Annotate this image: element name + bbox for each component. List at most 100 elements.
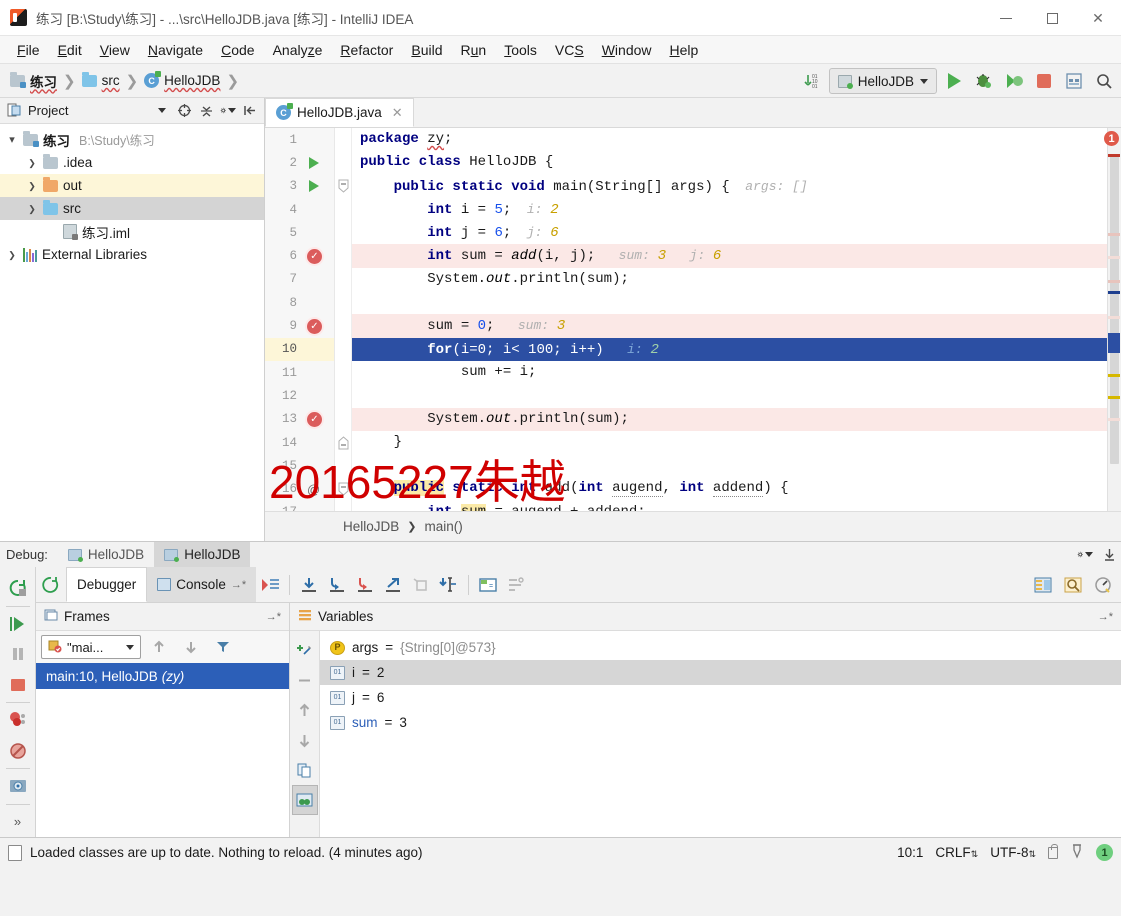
code-line[interactable] — [352, 384, 1121, 407]
menu-item-help[interactable]: Help — [661, 38, 708, 62]
variables-list[interactable]: Pargs = {String[0]@573} 01 i = 2 01 j = 6 01 sum = 3 — [320, 631, 1121, 837]
view-breakpoints-button[interactable] — [2, 705, 34, 736]
tree-node[interactable]: 练习 B:\Study\练习 — [0, 128, 264, 151]
code-line[interactable]: } — [352, 431, 1121, 454]
pause-program-button[interactable] — [2, 639, 34, 670]
menu-item-edit[interactable]: Edit — [49, 38, 91, 62]
gutter-row[interactable]: 3 — [265, 175, 334, 198]
gutter-row[interactable]: 8 — [265, 291, 334, 314]
error-stripe-gutter[interactable] — [1107, 128, 1121, 511]
hide-debug-panel-icon[interactable] — [1101, 547, 1117, 563]
tree-node[interactable]: src — [0, 197, 264, 220]
maximize-button[interactable] — [1029, 0, 1075, 36]
breakpoint-icon[interactable]: ✓ — [307, 248, 322, 264]
menu-item-refactor[interactable]: Refactor — [331, 38, 402, 62]
restart-frame-icon[interactable] — [36, 567, 66, 602]
code-line[interactable]: int j = 6; j: 6 — [352, 221, 1121, 244]
gutter-row[interactable]: 2 — [265, 151, 334, 174]
code-line[interactable]: int sum = add(i, j); sum: 3 j: 6 — [352, 244, 1121, 268]
collapse-arrow-icon[interactable] — [6, 133, 18, 146]
filter-frames-button[interactable] — [209, 633, 237, 661]
code-line[interactable]: sum += i; — [352, 361, 1121, 384]
copy-value-button[interactable] — [292, 755, 318, 785]
frame-item[interactable]: main:10, HelloJDB (zy) — [36, 663, 289, 689]
menu-item-file[interactable]: File — [8, 38, 49, 62]
tree-node[interactable]: 练习.iml — [0, 220, 264, 243]
code-line[interactable] — [352, 291, 1121, 314]
read-only-lock-icon[interactable] — [1048, 843, 1058, 859]
gutter-row[interactable]: 6 ✓ — [265, 244, 334, 267]
frame-up-button[interactable] — [145, 633, 173, 661]
code-line[interactable] — [352, 454, 1121, 477]
breadcrumb-project[interactable]: 练习 — [8, 69, 59, 93]
annotation-gutter-icon[interactable]: @ — [307, 482, 320, 497]
code-line[interactable]: sum = 0; sum: 3 — [352, 314, 1121, 338]
code-line[interactable]: public static int add(int augend, int ad… — [352, 477, 1121, 500]
rerun-button[interactable] — [2, 573, 34, 604]
variable-row[interactable]: 01 sum = 3 — [320, 710, 1121, 735]
step-out-button[interactable] — [379, 571, 407, 599]
gutter-row[interactable]: 4 — [265, 198, 334, 221]
menu-item-code[interactable]: Code — [212, 38, 263, 62]
profiler-button[interactable] — [1089, 571, 1117, 599]
run-gutter-icon[interactable] — [309, 156, 319, 169]
tree-node[interactable]: .idea — [0, 151, 264, 174]
menu-item-run[interactable]: Run — [452, 38, 496, 62]
code-editor[interactable]: 123456✓789✓10111213✓141516@1718 package … — [265, 128, 1121, 511]
gutter-row[interactable]: 16 @ — [265, 477, 334, 500]
code-lines[interactable]: package zy; public class HelloJDB { publi… — [352, 128, 1121, 511]
run-gutter-icon[interactable] — [309, 180, 319, 193]
variable-row[interactable]: Pargs = {String[0]@573} — [320, 635, 1121, 660]
close-tab-icon[interactable]: ✕ — [392, 105, 403, 121]
expand-arrow-icon[interactable] — [26, 157, 38, 169]
editor-gutter[interactable]: 123456✓789✓10111213✓141516@1718 — [265, 128, 335, 511]
power-save-icon[interactable] — [1070, 843, 1084, 862]
gutter-row[interactable]: 1 — [265, 128, 334, 151]
menu-item-window[interactable]: Window — [593, 38, 661, 62]
step-over-button[interactable] — [295, 571, 323, 599]
expand-arrow-icon[interactable] — [26, 203, 38, 215]
code-line[interactable]: System.out.println(sum); — [352, 407, 1121, 431]
stop-button[interactable] — [1031, 68, 1057, 94]
move-watch-up-button[interactable] — [292, 695, 318, 725]
menu-item-view[interactable]: View — [91, 38, 139, 62]
expand-arrow-icon[interactable] — [26, 180, 38, 192]
run-to-cursor-button[interactable] — [435, 571, 463, 599]
run-button[interactable] — [941, 68, 967, 94]
mute-breakpoints-button[interactable] — [2, 736, 34, 767]
expand-arrow-icon[interactable] — [6, 249, 18, 261]
thread-selector[interactable]: "mai... — [41, 635, 141, 659]
code-line[interactable]: int i = 5; i: 2 — [352, 198, 1121, 221]
code-line[interactable]: public class HelloJDB { — [352, 151, 1121, 174]
drop-frame-button[interactable] — [407, 571, 435, 599]
panel-dropdown-icon[interactable] — [154, 103, 170, 119]
debug-session-tab-2[interactable]: HelloJDB — [154, 541, 251, 568]
gutter-row[interactable]: 12 — [265, 384, 334, 407]
show-execution-point-button[interactable] — [256, 571, 284, 599]
update-project-icon[interactable]: 01 10 01 — [799, 68, 825, 94]
variable-row[interactable]: 01 j = 6 — [320, 685, 1121, 710]
code-line[interactable]: package zy; — [352, 128, 1121, 151]
settings-gear-icon[interactable] — [220, 103, 236, 119]
collapse-all-icon[interactable] — [198, 103, 214, 119]
inspect-button[interactable] — [1059, 571, 1087, 599]
remove-watch-button[interactable] — [292, 665, 318, 695]
gutter-row[interactable]: 17 — [265, 501, 334, 511]
settings-gear-icon[interactable] — [1077, 547, 1093, 563]
gutter-row[interactable]: 13 ✓ — [265, 408, 334, 431]
menu-item-build[interactable]: Build — [402, 38, 451, 62]
code-line[interactable]: System.out.println(sum); — [352, 268, 1121, 291]
frames-list[interactable]: main:10, HelloJDB (zy) — [36, 663, 289, 837]
gutter-row[interactable]: 5 — [265, 221, 334, 244]
add-watch-button[interactable] — [292, 635, 318, 665]
fold-row[interactable] — [335, 477, 351, 500]
tab-debugger[interactable]: Debugger — [66, 567, 148, 602]
variable-row[interactable]: 01 i = 2 — [320, 660, 1121, 685]
fold-column[interactable] — [335, 128, 352, 511]
layout-settings-button[interactable] — [502, 571, 530, 599]
menu-item-tools[interactable]: Tools — [495, 38, 546, 62]
run-configuration-selector[interactable]: HelloJDB — [828, 68, 937, 94]
gutter-row[interactable]: 10 — [265, 337, 334, 361]
gutter-row[interactable]: 9 ✓ — [265, 314, 334, 337]
hide-panel-icon[interactable] — [242, 103, 258, 119]
